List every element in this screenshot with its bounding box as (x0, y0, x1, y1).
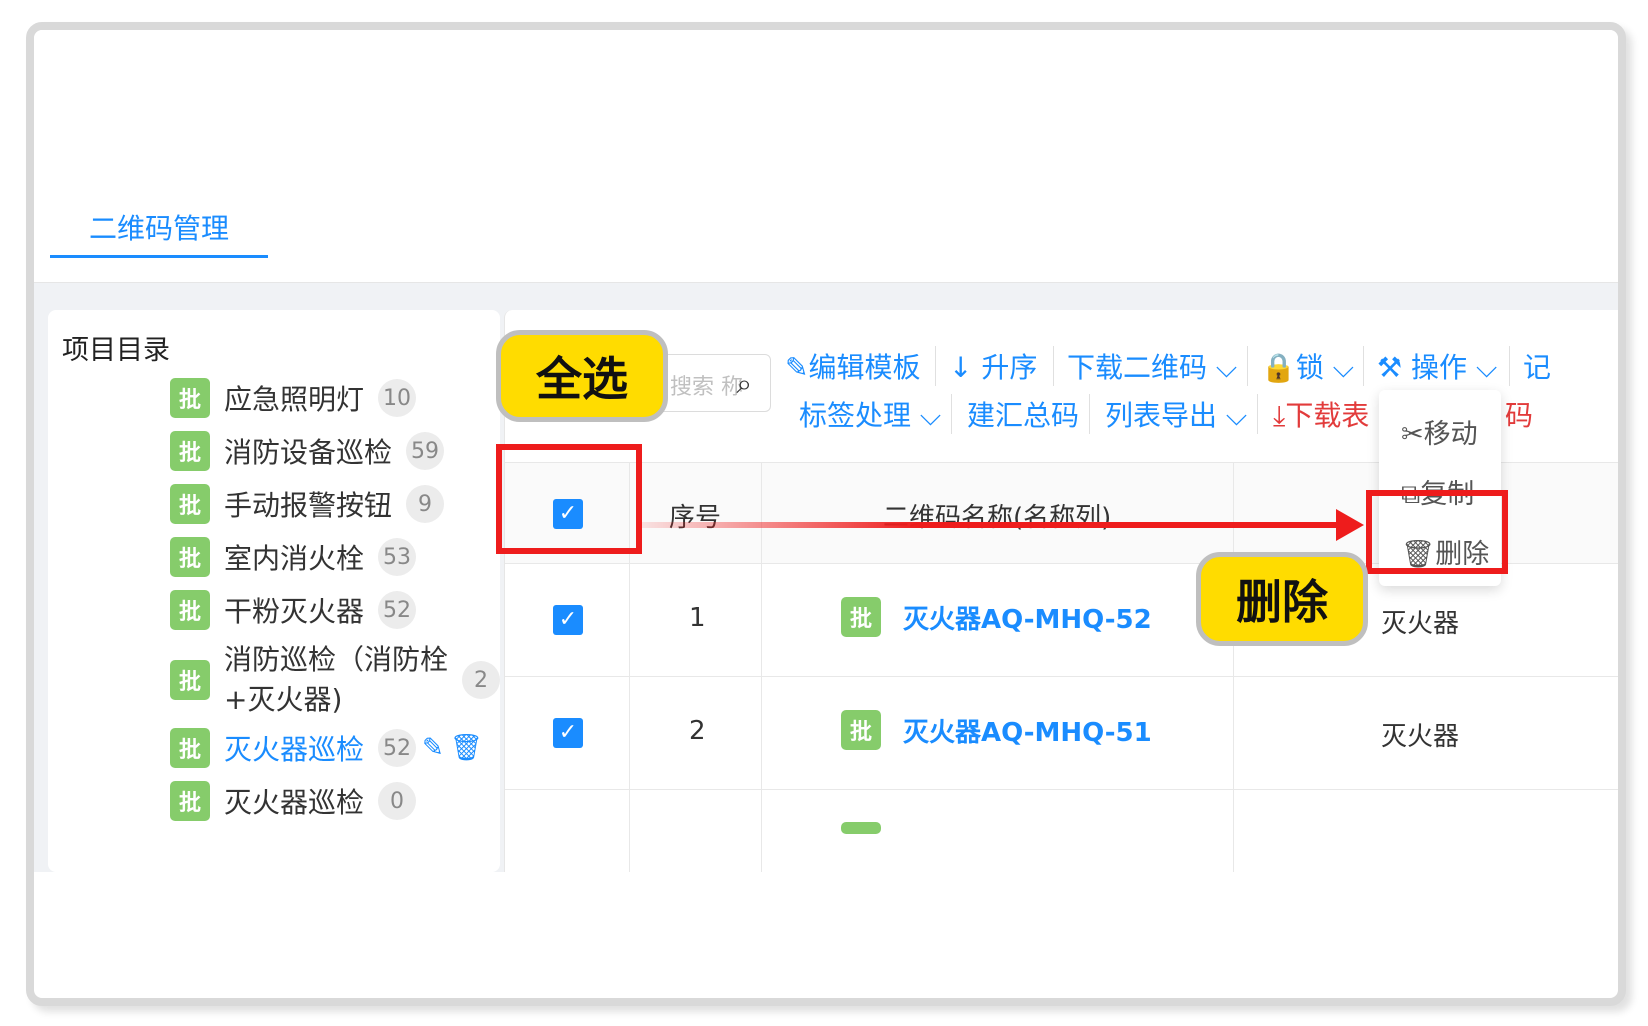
tree-item[interactable]: 批 手动报警按钮 9 (170, 484, 445, 524)
chevron-down-icon: ⌵ (919, 399, 942, 432)
create-summary-code-button[interactable]: 建汇总码 (967, 394, 1079, 434)
row-type: 灭火器 (1381, 722, 1460, 752)
batch-badge-partial (841, 822, 881, 834)
tree-item[interactable]: 批 应急照明灯 10 (170, 378, 417, 418)
tree-item-label: 应急照明灯 (224, 383, 365, 416)
tree-item[interactable]: 批 灭火器巡检 0 (170, 781, 417, 821)
batch-badge: 批 (841, 710, 881, 750)
row-checkbox[interactable]: ✓ (553, 605, 583, 635)
batch-badge: 批 (841, 597, 881, 637)
search-icon[interactable]: ⌕ (736, 367, 752, 401)
toolbar-divider (1089, 394, 1090, 434)
download-table-tail: 码 (1505, 399, 1534, 432)
toolbar-divider (951, 394, 952, 434)
scissors-icon: ✂ (1401, 419, 1424, 450)
tab-bar: 二维码管理 (34, 180, 1618, 283)
download-icon: ⤓ (1273, 399, 1286, 432)
tree-item[interactable]: 批 室内消火栓 53 (170, 537, 417, 577)
column-header-name: 二维码名称(名称列) (883, 503, 1112, 533)
edit-icon[interactable]: ✎ (422, 733, 444, 763)
chevron-down-icon: ⌵ (1332, 351, 1355, 384)
tree-item-label: 消防设备巡检 (224, 436, 393, 469)
item-count-badge: 52 (378, 729, 417, 767)
item-count-badge: 59 (406, 432, 445, 470)
callout-delete: 删除 (1196, 552, 1368, 646)
lock-icon: 🔒 (1261, 351, 1296, 384)
highlight-select-all (496, 444, 642, 554)
tree-item-label: 灭火器巡检 (224, 733, 365, 766)
search-input[interactable]: 搜索 称 ⌕ (655, 354, 771, 412)
wrench-icon: ⚒ (1377, 351, 1403, 384)
operation-dropdown[interactable]: ⚒ 操作 ⌵ (1377, 346, 1497, 386)
toolbar-divider (1053, 346, 1054, 386)
row-checkbox[interactable]: ✓ (553, 718, 583, 748)
chevron-down-icon: ⌵ (1475, 351, 1498, 384)
row-seq: 2 (689, 716, 706, 746)
menu-item-move[interactable]: ✂移动 (1401, 412, 1478, 451)
batch-badge: 批 (170, 590, 210, 630)
row-seq: 1 (689, 603, 706, 633)
item-count-badge: 53 (378, 538, 417, 576)
tree-item-label: 干粉灭火器 (224, 595, 365, 628)
item-count-badge: 0 (378, 782, 417, 820)
item-count-badge: 52 (378, 591, 417, 629)
sidebar-title: 项目目录 (62, 335, 170, 366)
download-table-button[interactable]: ⤓下载表 (1273, 394, 1369, 434)
batch-badge: 批 (170, 537, 210, 577)
chevron-down-icon: ⌵ (1215, 351, 1238, 384)
callout-select-all: 全选 (496, 330, 668, 422)
arrow-line (640, 522, 1340, 528)
edit-template-button[interactable]: ✎编辑模板 (785, 346, 920, 386)
sort-icon: ↓ (949, 351, 973, 384)
record-button[interactable]: 记 (1523, 346, 1551, 386)
tree-item-label: 灭火器巡检 (224, 786, 365, 819)
batch-badge: 批 (170, 378, 210, 418)
qrcode-list-panel: 搜索 称 ⌕ ✎编辑模板 ↓ 升序 下载二维码 ⌵ 🔒锁 ⌵ ⚒ 操作 ⌵ 记 … (504, 310, 1618, 872)
tab-qrcode-management[interactable]: 二维码管理 (50, 200, 268, 258)
batch-badge: 批 (170, 660, 210, 700)
item-count-badge: 10 (378, 379, 417, 417)
qrcode-name-link[interactable]: 灭火器AQ-MHQ-51 (903, 712, 1152, 749)
column-header-seq: 序号 (669, 503, 722, 533)
tree-item-label: 消防巡检（消防栓+灭火器) (224, 643, 449, 716)
tag-processing-dropdown[interactable]: 标签处理 ⌵ (799, 394, 941, 434)
edit-icon: ✎ (785, 351, 809, 384)
row-type: 灭火器 (1381, 609, 1460, 639)
toolbar-divider (935, 346, 936, 386)
download-qrcode-dropdown[interactable]: 下载二维码 ⌵ (1067, 346, 1237, 386)
project-directory-panel: 项目目录 批 应急照明灯 10 批 消防设备巡检 59 批 手动报警按钮 9 批… (48, 310, 500, 872)
toolbar-divider (1257, 394, 1258, 434)
item-count-badge: 2 (462, 661, 500, 699)
lock-dropdown[interactable]: 🔒锁 ⌵ (1261, 346, 1354, 386)
toolbar-divider (1247, 346, 1248, 386)
top-header (34, 30, 1618, 180)
tree-item-selected[interactable]: 批 灭火器巡检 52 ✎ 🗑 (170, 728, 483, 768)
sort-ascending-button[interactable]: ↓ 升序 (949, 346, 1037, 386)
toolbar-divider (1509, 346, 1510, 386)
export-list-dropdown[interactable]: 列表导出 ⌵ (1105, 394, 1247, 434)
arrow-head (1336, 509, 1364, 541)
trash-icon[interactable]: 🗑 (450, 733, 483, 763)
item-count-badge: 9 (406, 485, 445, 523)
chevron-down-icon: ⌵ (1225, 399, 1248, 432)
tree-item[interactable]: 批 消防设备巡检 59 (170, 431, 445, 471)
toolbar-divider (1363, 346, 1364, 386)
tree-item[interactable]: 批 消防巡检（消防栓+灭火器) 2 (170, 640, 500, 720)
table-row[interactable]: ✓ 2 批 灭火器AQ-MHQ-51 灭火器 (505, 676, 1618, 790)
search-placeholder: 搜索 称 (670, 375, 743, 400)
tree-item[interactable]: 批 干粉灭火器 52 (170, 590, 417, 630)
highlight-delete (1366, 490, 1508, 574)
qrcode-name-link[interactable]: 灭火器AQ-MHQ-52 (903, 599, 1152, 636)
batch-badge: 批 (170, 728, 210, 768)
batch-badge: 批 (170, 781, 210, 821)
batch-badge: 批 (170, 431, 210, 471)
tree-item-label: 室内消火栓 (224, 542, 365, 575)
tree-item-label: 手动报警按钮 (224, 489, 393, 522)
batch-badge: 批 (170, 484, 210, 524)
